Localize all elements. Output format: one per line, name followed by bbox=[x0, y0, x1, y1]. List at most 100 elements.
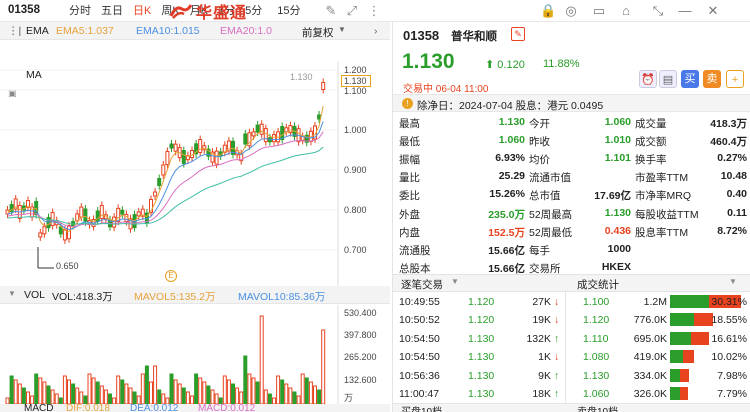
chevron-down-icon[interactable]: ▼ bbox=[451, 277, 459, 286]
kline-canvas[interactable] bbox=[0, 22, 390, 412]
trade-time: 10:56:36 bbox=[399, 369, 440, 382]
info-icon: ! bbox=[402, 98, 413, 109]
tab-daily-k[interactable]: 日K bbox=[128, 0, 156, 22]
stock-name: 普华和顺 bbox=[451, 31, 497, 43]
volume-bar bbox=[276, 375, 281, 405]
document-icon[interactable]: ▤ bbox=[659, 70, 677, 88]
trade-time: 10:49:55 bbox=[399, 296, 440, 308]
event-marker[interactable]: E bbox=[165, 270, 177, 282]
volume-bar bbox=[99, 385, 104, 405]
tab-trade-stats[interactable]: 成交统计 bbox=[577, 277, 619, 292]
volume-bar bbox=[194, 373, 199, 405]
headset-icon[interactable]: ◎ bbox=[563, 3, 579, 19]
lock-icon[interactable]: 🔒 bbox=[540, 3, 556, 19]
candle bbox=[259, 123, 264, 135]
candle bbox=[198, 139, 203, 154]
arrow-up-icon: ↑ bbox=[554, 332, 560, 345]
volume-bar bbox=[124, 383, 129, 405]
collapse-icon[interactable]: ⤡ bbox=[650, 3, 666, 19]
stat-value: 1000 bbox=[607, 242, 631, 255]
tab-ask-10[interactable]: 卖盘10档 bbox=[577, 403, 618, 412]
tab-15min[interactable]: 15分▼ bbox=[267, 0, 310, 37]
volume-bar bbox=[226, 379, 231, 405]
buy-button[interactable]: 买 bbox=[681, 70, 699, 88]
stat-value: HKEX bbox=[601, 260, 631, 273]
volume-bar bbox=[50, 389, 55, 405]
stat-value: 0.27% bbox=[717, 152, 747, 165]
candle bbox=[243, 133, 248, 145]
trade-row: 10:54:50 1.130 1K ↓ 1.080 419.0K 10.02% bbox=[393, 348, 750, 367]
vol-axis-label: 265.200 bbox=[344, 352, 377, 362]
alert-icon[interactable]: ⏰ bbox=[639, 70, 657, 88]
chevron-down-icon[interactable]: ▼ bbox=[8, 289, 16, 298]
tab-five-day[interactable]: 五日 bbox=[96, 0, 128, 22]
volume-bar bbox=[9, 375, 14, 405]
stat-label: 52周最低 bbox=[529, 226, 573, 239]
stat-label: 流通市值 bbox=[529, 172, 571, 185]
volume-bar bbox=[255, 381, 260, 405]
dif-value: DIF:0.018 bbox=[66, 403, 110, 412]
arrow-down-icon: ↓ bbox=[554, 314, 560, 327]
stat-value: 1.060 bbox=[498, 134, 525, 147]
edit-note-icon[interactable]: ✎ bbox=[511, 27, 525, 41]
vol-label[interactable]: VOL bbox=[24, 289, 45, 301]
message-icon[interactable]: ▭ bbox=[591, 3, 607, 19]
trade-row: 10:54:50 1.130 132K ↑ 1.110 695.0K 16.61% bbox=[393, 330, 750, 349]
candle bbox=[38, 232, 43, 238]
candle bbox=[75, 213, 80, 222]
trade-price: 1.120 bbox=[468, 314, 495, 327]
trade-tabs: 逐笔交易 ▼ 成交统计 ▼ bbox=[393, 274, 750, 292]
stock-code: 01358 bbox=[8, 4, 40, 16]
volume-bar bbox=[140, 373, 145, 405]
logo-icon bbox=[170, 4, 192, 19]
stat-label: 每股收益TTM bbox=[635, 208, 699, 221]
quote-panel: 01358 普华和顺 ✎ 1.130 ⬆ 0.120 11.88% 交易中 06… bbox=[392, 22, 750, 412]
trade-row: 10:50:52 1.120 19K ↓ 1.120 776.0K 18.55% bbox=[393, 311, 750, 330]
stat-volume: 776.0K bbox=[633, 314, 667, 327]
shirt-icon[interactable]: ⌂ bbox=[618, 3, 634, 19]
stat-value: 418.3万 bbox=[710, 118, 747, 130]
fullscreen-icon[interactable]: ⤢ bbox=[344, 3, 360, 19]
stat-price: 1.100 bbox=[583, 296, 610, 308]
candle bbox=[214, 150, 219, 165]
price-change-value: 0.120 bbox=[497, 59, 525, 71]
volume-bar bbox=[71, 383, 76, 405]
volume-bar bbox=[95, 381, 100, 405]
volume-bar bbox=[149, 381, 153, 405]
ex-dividend-text: 除净日：2024-07-04 股息：港元 0.0495 bbox=[417, 100, 604, 112]
stat-label: 今开 bbox=[529, 118, 550, 130]
last-price-flag-label: 1.130 bbox=[344, 76, 367, 86]
stat-label: 最高 bbox=[399, 118, 420, 130]
trade-price: 1.130 bbox=[468, 369, 495, 382]
trade-price: 1.130 bbox=[468, 351, 495, 364]
stat-bar-red bbox=[691, 331, 709, 345]
stat-label: 每手 bbox=[529, 244, 550, 257]
candle bbox=[79, 206, 84, 218]
more-icon[interactable]: ⋮ bbox=[366, 3, 382, 19]
trade-volume: 1K bbox=[538, 351, 551, 364]
volume-bar bbox=[222, 375, 227, 405]
trade-time: 10:54:50 bbox=[399, 351, 440, 364]
stat-value: 1.130 bbox=[498, 116, 525, 128]
stats-row: 流通股 15.66亿 每手 1000 bbox=[393, 240, 750, 258]
volume-bar bbox=[317, 389, 322, 405]
stat-label: 换手率 bbox=[635, 154, 667, 167]
tab-bid-10[interactable]: 买盘10档 bbox=[401, 403, 442, 412]
stat-value: 460.4万 bbox=[710, 136, 747, 149]
tab-tick-trades[interactable]: 逐笔交易 bbox=[401, 277, 443, 292]
add-watchlist-button[interactable]: + bbox=[726, 70, 744, 88]
close-icon[interactable]: ✕ bbox=[705, 3, 721, 19]
price-change: ⬆ 0.120 bbox=[485, 59, 525, 71]
stat-value: 1.060 bbox=[604, 116, 631, 128]
tab-intraday[interactable]: 分时 bbox=[64, 0, 96, 22]
sell-button[interactable]: 卖 bbox=[703, 70, 721, 88]
stat-value: 25.29 bbox=[498, 170, 525, 183]
price-axis-label: 0.900 bbox=[344, 165, 367, 175]
chevron-down-icon[interactable]: ▼ bbox=[729, 277, 737, 286]
minimize-icon[interactable]: — bbox=[677, 3, 693, 19]
macd-label[interactable]: MACD bbox=[24, 403, 53, 412]
candle bbox=[272, 134, 276, 143]
pencil-icon[interactable]: ✎ bbox=[323, 3, 339, 19]
stat-label: 均价 bbox=[529, 154, 550, 167]
volume-bar bbox=[296, 395, 301, 405]
